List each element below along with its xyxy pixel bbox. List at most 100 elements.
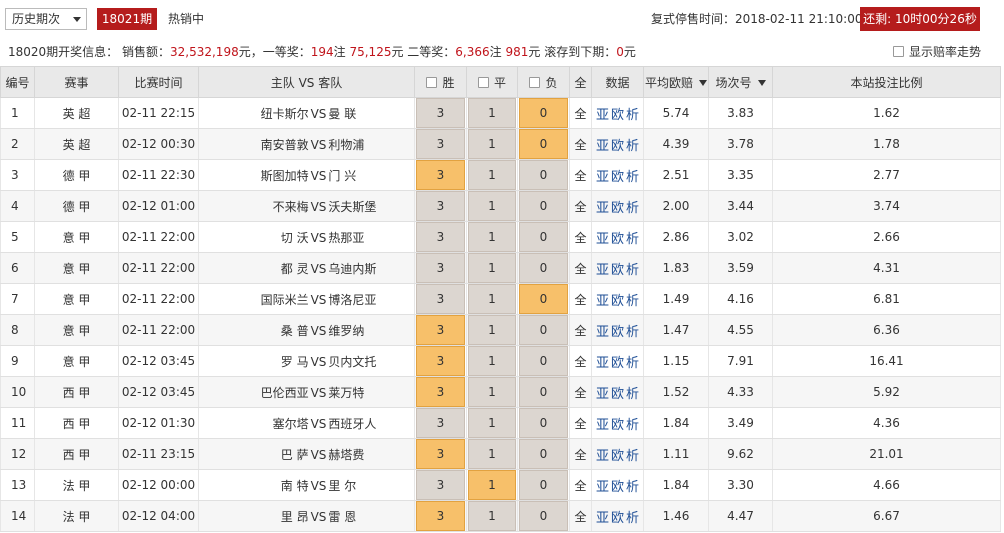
euro-odds-link[interactable]: 欧 — [611, 418, 624, 433]
draw-cell[interactable]: 1 — [466, 469, 518, 501]
lose-option[interactable]: 0 — [519, 408, 568, 438]
away-team[interactable]: 里 尔 — [328, 477, 388, 494]
draw-option[interactable]: 1 — [468, 191, 516, 221]
lose-cell[interactable]: 0 — [517, 500, 570, 532]
home-team[interactable]: 斯图加特 — [225, 167, 309, 184]
win-option[interactable]: 3 — [416, 129, 465, 159]
asian-odds-link[interactable]: 亚 — [596, 325, 609, 340]
win-cell[interactable]: 3 — [414, 469, 467, 501]
away-team[interactable]: 热那亚 — [328, 229, 388, 246]
away-team[interactable]: 西班牙人 — [328, 415, 388, 432]
win-option[interactable]: 3 — [416, 377, 465, 407]
away-team[interactable]: 维罗纳 — [328, 322, 388, 339]
home-team[interactable]: 里 昂 — [225, 508, 309, 525]
euro-odds-link[interactable]: 欧 — [611, 108, 624, 123]
home-team[interactable]: 纽卡斯尔 — [225, 105, 309, 122]
draw-checkbox[interactable] — [477, 76, 489, 88]
analysis-link[interactable]: 析 — [626, 480, 639, 495]
euro-odds-link[interactable]: 欧 — [611, 139, 624, 154]
analysis-link[interactable]: 析 — [626, 356, 639, 371]
euro-odds-link[interactable]: 欧 — [611, 387, 624, 402]
analysis-link[interactable]: 析 — [626, 201, 639, 216]
lose-cell[interactable]: 0 — [517, 159, 570, 191]
away-team[interactable]: 门 兴 — [328, 167, 388, 184]
euro-odds-link[interactable]: 欧 — [611, 480, 624, 495]
draw-option[interactable]: 1 — [468, 253, 516, 283]
lose-option[interactable]: 0 — [519, 377, 568, 407]
lose-option[interactable]: 0 — [519, 315, 568, 345]
draw-cell[interactable]: 1 — [466, 128, 518, 160]
draw-option[interactable]: 1 — [468, 222, 516, 252]
lose-cell[interactable]: 0 — [517, 438, 570, 470]
win-cell[interactable]: 3 — [414, 97, 467, 129]
draw-option[interactable]: 1 — [468, 346, 516, 376]
asian-odds-link[interactable]: 亚 — [596, 418, 609, 433]
win-cell[interactable]: 3 — [414, 159, 467, 191]
euro-odds-link[interactable]: 欧 — [611, 263, 624, 278]
draw-cell[interactable]: 1 — [466, 407, 518, 439]
select-all[interactable]: 全 — [569, 97, 592, 129]
win-cell[interactable]: 3 — [414, 407, 467, 439]
analysis-link[interactable]: 析 — [626, 511, 639, 526]
win-cell[interactable]: 3 — [414, 314, 467, 346]
lose-option[interactable]: 0 — [519, 253, 568, 283]
header-win[interactable]: 胜 — [414, 66, 467, 98]
win-option[interactable]: 3 — [416, 408, 465, 438]
draw-cell[interactable]: 1 — [466, 190, 518, 222]
lose-cell[interactable]: 0 — [517, 252, 570, 284]
lose-cell[interactable]: 0 — [517, 376, 570, 408]
asian-odds-link[interactable]: 亚 — [596, 170, 609, 185]
select-all[interactable]: 全 — [569, 314, 592, 346]
win-cell[interactable]: 3 — [414, 221, 467, 253]
euro-odds-link[interactable]: 欧 — [611, 449, 624, 464]
draw-cell[interactable]: 1 — [466, 97, 518, 129]
analysis-link[interactable]: 析 — [626, 294, 639, 309]
home-team[interactable]: 切 沃 — [225, 229, 309, 246]
draw-option[interactable]: 1 — [468, 284, 516, 314]
win-cell[interactable]: 3 — [414, 500, 467, 532]
issue-tag[interactable]: 18021期 — [97, 8, 157, 30]
lose-option[interactable]: 0 — [519, 191, 568, 221]
home-team[interactable]: 不来梅 — [225, 198, 309, 215]
lose-cell[interactable]: 0 — [517, 221, 570, 253]
away-team[interactable]: 沃夫斯堡 — [328, 198, 388, 215]
win-cell[interactable]: 3 — [414, 252, 467, 284]
euro-odds-link[interactable]: 欧 — [611, 294, 624, 309]
lose-option[interactable]: 0 — [519, 98, 568, 128]
trend-checkbox[interactable] — [893, 46, 904, 57]
select-all[interactable]: 全 — [569, 438, 592, 470]
draw-cell[interactable]: 1 — [466, 345, 518, 377]
lose-cell[interactable]: 0 — [517, 190, 570, 222]
home-team[interactable]: 国际米兰 — [225, 291, 309, 308]
draw-cell[interactable]: 1 — [466, 314, 518, 346]
euro-odds-link[interactable]: 欧 — [611, 325, 624, 340]
home-team[interactable]: 罗 马 — [225, 353, 309, 370]
home-team[interactable]: 南安普敦 — [225, 136, 309, 153]
draw-option[interactable]: 1 — [468, 160, 516, 190]
lose-cell[interactable]: 0 — [517, 97, 570, 129]
asian-odds-link[interactable]: 亚 — [596, 263, 609, 278]
win-cell[interactable]: 3 — [414, 345, 467, 377]
draw-option[interactable]: 1 — [468, 315, 516, 345]
analysis-link[interactable]: 析 — [626, 325, 639, 340]
euro-odds-link[interactable]: 欧 — [611, 511, 624, 526]
away-team[interactable]: 博洛尼亚 — [328, 291, 388, 308]
draw-cell[interactable]: 1 — [466, 438, 518, 470]
lose-option[interactable]: 0 — [519, 470, 568, 500]
lose-option[interactable]: 0 — [519, 160, 568, 190]
lose-option[interactable]: 0 — [519, 222, 568, 252]
asian-odds-link[interactable]: 亚 — [596, 232, 609, 247]
draw-cell[interactable]: 1 — [466, 221, 518, 253]
win-checkbox[interactable] — [426, 76, 438, 88]
analysis-link[interactable]: 析 — [626, 449, 639, 464]
win-option[interactable]: 3 — [416, 315, 465, 345]
analysis-link[interactable]: 析 — [626, 418, 639, 433]
select-all[interactable]: 全 — [569, 407, 592, 439]
win-option[interactable]: 3 — [416, 98, 465, 128]
select-all[interactable]: 全 — [569, 159, 592, 191]
lose-option[interactable]: 0 — [519, 439, 568, 469]
draw-option[interactable]: 1 — [468, 470, 516, 500]
asian-odds-link[interactable]: 亚 — [596, 387, 609, 402]
asian-odds-link[interactable]: 亚 — [596, 511, 609, 526]
lose-cell[interactable]: 0 — [517, 345, 570, 377]
